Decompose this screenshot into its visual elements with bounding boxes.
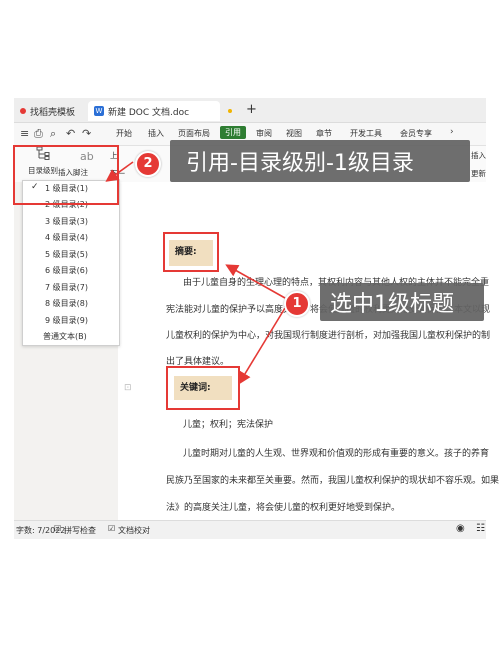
print-icon[interactable]: ⎙: [34, 127, 43, 141]
spellcheck-icon: ☑: [54, 524, 62, 533]
callout-step-1: 选中1级标题: [320, 283, 484, 321]
tab-bar: 找稻壳模板 W 新建 DOC 文档.doc +: [14, 98, 486, 123]
dropdown-item-level-4[interactable]: 4 级目录(4): [23, 230, 119, 245]
docer-icon: [20, 108, 26, 114]
callout-text: 引用-目录级别-1级目录: [186, 151, 414, 176]
menu-member[interactable]: 会员专享: [400, 128, 432, 139]
menu-home[interactable]: 开始: [116, 128, 132, 139]
preview-icon[interactable]: ⌕: [50, 127, 56, 141]
abstract-line: 儿童权利的保护为中心，对我国现行制度进行剖析，对加强我国儿童权利保护的制: [166, 331, 491, 341]
tab-label: 找稻壳模板: [30, 107, 76, 118]
dropdown-item-level-3[interactable]: 3 级目录(3): [23, 214, 119, 229]
proofread-button[interactable]: 文档校对: [118, 525, 150, 536]
dropdown-item-level-8[interactable]: 8 级目录(8): [23, 296, 119, 311]
dropdown-item-level-6[interactable]: 6 级目录(6): [23, 263, 119, 278]
menu-page-layout[interactable]: 页面布局: [178, 128, 210, 139]
menu-developer[interactable]: 开发工具: [350, 128, 382, 139]
dropdown-item-level-5[interactable]: 5 级目录(5): [23, 247, 119, 262]
abstract-heading[interactable]: 摘要:: [169, 240, 213, 266]
callout-step-2: 引用-目录级别-1级目录: [170, 140, 470, 182]
tab-docer[interactable]: 找稻壳模板: [14, 101, 86, 121]
body-line: 法》的高度关注儿童，将会使儿童的权利更好地受到保护。: [166, 503, 401, 513]
callout-text: 选中1级标题: [330, 292, 454, 317]
new-tab-button[interactable]: +: [246, 102, 257, 117]
menu-icon[interactable]: ≡: [20, 127, 29, 140]
eye-protection-icon[interactable]: ◉: [456, 523, 465, 534]
dropdown-item-level-7[interactable]: 7 级目录(7): [23, 280, 119, 295]
menu-insert[interactable]: 插入: [148, 128, 164, 139]
view-mode-icon[interactable]: ☷: [476, 523, 485, 534]
ribbon-insert-label[interactable]: 插入: [471, 150, 486, 161]
dropdown-item-level-9[interactable]: 9 级目录(9): [23, 313, 119, 328]
unsaved-dot-icon: [228, 109, 232, 113]
menu-references[interactable]: 引用: [220, 126, 246, 139]
step-2-badge: 2: [135, 151, 161, 177]
redo-icon[interactable]: ↷: [82, 127, 91, 140]
paragraph-handle-icon[interactable]: ⊡: [124, 383, 132, 393]
proofread-icon: ☑: [108, 524, 116, 533]
dropdown-highlight-frame: [13, 145, 119, 205]
menu-view[interactable]: 视图: [286, 128, 302, 139]
step-1-badge: 1: [284, 291, 310, 317]
undo-icon[interactable]: ↶: [66, 127, 75, 140]
tab-label: 新建 DOC 文档.doc: [108, 107, 190, 118]
menu-review[interactable]: 审阅: [256, 128, 272, 139]
tab-document[interactable]: W 新建 DOC 文档.doc: [88, 101, 220, 121]
wps-writer-icon: W: [94, 106, 104, 116]
body-line: 民族乃至国家的未来都至关重要。然而，我国儿童权利保护的现状却不容乐观。如果: [166, 476, 500, 486]
body-line: 儿童时期对儿童的人生观、世界观和价值观的形成有重要的意义。孩子的养育: [183, 449, 490, 459]
keywords-highlight-frame: 关键词:: [166, 366, 240, 410]
menu-chapter[interactable]: 章节: [316, 128, 332, 139]
dropdown-item-normal-text[interactable]: 普通文本(B): [23, 329, 119, 344]
spellcheck-button[interactable]: 拼写检查: [64, 525, 96, 536]
abstract-highlight-frame: 摘要:: [163, 232, 219, 272]
keywords-heading[interactable]: 关键词:: [174, 376, 232, 400]
chevron-right-icon[interactable]: ›: [450, 127, 454, 137]
keywords-line: 儿童；权利；宪法保护: [183, 420, 274, 430]
ribbon-update-label[interactable]: 更新: [471, 168, 486, 179]
status-bar: 字数: 7/2022 ☑ 拼写检查 ☑ 文档校对 ◉ ☷: [14, 520, 486, 539]
